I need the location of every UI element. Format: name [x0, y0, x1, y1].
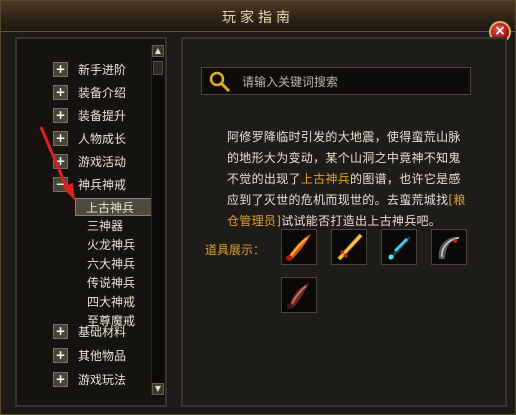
scroll-thumb[interactable] [153, 61, 163, 75]
tree-child-ancient-weapons[interactable]: 上古神兵 [75, 198, 155, 216]
content-panel: 阿修罗降临时引发的大地震，使得蛮荒山脉的地形大为变动，某个山洞之中竟神不知鬼不觉… [181, 37, 507, 407]
search-input[interactable] [240, 72, 464, 92]
player-guide-window: 玩家指南 × + 新手进阶 + 装备介绍 + 装备提升 + 人物成长 + 游戏活 [0, 0, 516, 415]
tree-child-three-artifacts[interactable]: 三神器 [87, 217, 123, 235]
expand-icon[interactable]: + [53, 108, 68, 123]
tree-node-label: 神兵神戒 [78, 178, 127, 192]
tree-node-label: 新手进阶 [78, 63, 127, 77]
item-slot-flame-blade[interactable] [281, 229, 317, 265]
tree-scrollbar[interactable]: ▲ ▼ [151, 45, 164, 397]
tree-node-label: 装备介绍 [78, 86, 127, 100]
category-tree: + 新手进阶 + 装备介绍 + 装备提升 + 人物成长 + 游戏活动 − 神兵神… [17, 39, 165, 405]
tree-child-six-weapons[interactable]: 六大神兵 [87, 255, 135, 273]
desc-highlight-weapon: 上古神兵 [300, 172, 351, 186]
title-bar: 玩家指南 [1, 1, 515, 32]
tree-child-fire-dragon-weapons[interactable]: 火龙神兵 [87, 236, 135, 254]
tree-child-legend-weapons[interactable]: 传说神兵 [87, 274, 135, 292]
tree-node-label: 其他物品 [78, 349, 127, 363]
tree-node-label: 装备提升 [78, 109, 127, 123]
tree-node-label: 人物成长 [78, 132, 127, 146]
item-slot-golden-sword[interactable] [331, 229, 367, 265]
tree-node-label: 游戏玩法 [78, 373, 127, 387]
category-tree-panel: + 新手进阶 + 装备介绍 + 装备提升 + 人物成长 + 游戏活动 − 神兵神… [15, 37, 167, 407]
scroll-down-button[interactable]: ▼ [152, 383, 164, 395]
item-slot-bone-blade[interactable] [281, 277, 317, 313]
expand-icon[interactable]: + [53, 85, 68, 100]
golden-sword-icon [337, 233, 363, 261]
bone-blade-icon [287, 283, 309, 309]
expand-icon[interactable]: + [53, 324, 68, 339]
tree-child-four-rings[interactable]: 四大神戒 [87, 293, 135, 311]
desc-text: 试试能否打造出上古神兵吧。 [281, 214, 442, 228]
red-arrow-icon [39, 126, 75, 201]
search-bar[interactable] [201, 67, 471, 95]
expand-icon[interactable]: + [53, 372, 68, 387]
blue-dagger-icon [388, 236, 411, 260]
flame-blade-icon [286, 234, 311, 261]
expand-icon[interactable]: + [53, 62, 68, 77]
scroll-up-button[interactable]: ▲ [152, 45, 164, 57]
search-icon [209, 71, 231, 93]
tree-node-label: 基础材料 [78, 325, 127, 339]
expand-icon[interactable]: + [53, 348, 68, 363]
window-title: 玩家指南 [222, 10, 294, 26]
dark-scythe-icon [438, 236, 461, 259]
tree-node-label: 游戏活动 [78, 155, 127, 169]
item-slot-blue-dagger[interactable] [381, 229, 417, 265]
item-description: 阿修罗降临时引发的大地震，使得蛮荒山脉的地形大为变动，某个山洞之中竟神不知鬼不觉… [227, 127, 467, 232]
item-slot-dark-scythe[interactable] [431, 229, 467, 265]
items-showcase-label: 道具展示： [205, 243, 266, 257]
